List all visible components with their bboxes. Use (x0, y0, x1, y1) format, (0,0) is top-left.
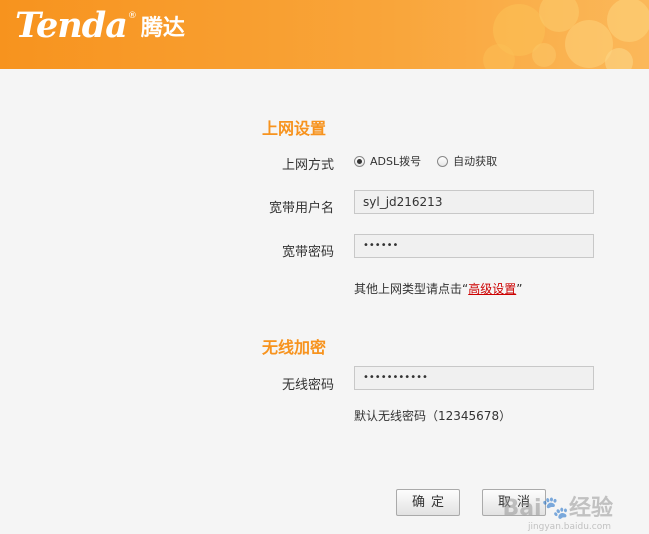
logo-text: Tenda (15, 5, 128, 46)
logo-registered-mark: ® (127, 11, 137, 21)
username-input[interactable]: syl_jd216213 (354, 190, 594, 214)
baidu-watermark-url: jingyan.baidu.com (527, 522, 611, 532)
advanced-hint-prefix: 其他上网类型请点击“ (354, 282, 469, 296)
advanced-hint-suffix: ” (516, 282, 523, 296)
advanced-settings-link[interactable]: 高级设置 (468, 282, 516, 296)
username-label: 宽带用户名 (268, 201, 334, 216)
wireless-section-title: 无线加密 (262, 338, 327, 357)
decorative-bubbles (483, 0, 649, 69)
password-label: 宽带密码 (281, 245, 334, 260)
default-wireless-password-hint: 默认无线密码（12345678） (354, 409, 512, 423)
logo-chinese-text: 腾达 (140, 16, 185, 41)
baidu-watermark: Bai🐾经验 (502, 496, 613, 521)
radio-auto-indicator[interactable] (437, 155, 449, 167)
password-input[interactable]: •••••• (354, 234, 594, 258)
radio-auto[interactable]: 自动获取 (437, 153, 497, 169)
radio-auto-label: 自动获取 (453, 155, 498, 168)
radio-adsl-label: ADSL拨号 (370, 155, 422, 168)
connection-type-radio-group: ADSL拨号 自动获取 (354, 153, 513, 169)
radio-adsl[interactable]: ADSL拨号 (354, 153, 421, 169)
tenda-logo: Tenda ® 腾达 (15, 6, 185, 49)
wireless-password-label: 无线密码 (281, 378, 334, 393)
ok-button[interactable]: 确定 (396, 489, 460, 516)
header-banner: Tenda ® 腾达 (0, 0, 649, 69)
advanced-hint: 其他上网类型请点击“高级设置” (354, 280, 522, 297)
radio-adsl-indicator[interactable] (354, 155, 365, 167)
internet-section-title: 上网设置 (262, 119, 327, 138)
connection-type-label: 上网方式 (281, 158, 334, 173)
wireless-password-input[interactable]: ••••••••••• (354, 366, 594, 390)
